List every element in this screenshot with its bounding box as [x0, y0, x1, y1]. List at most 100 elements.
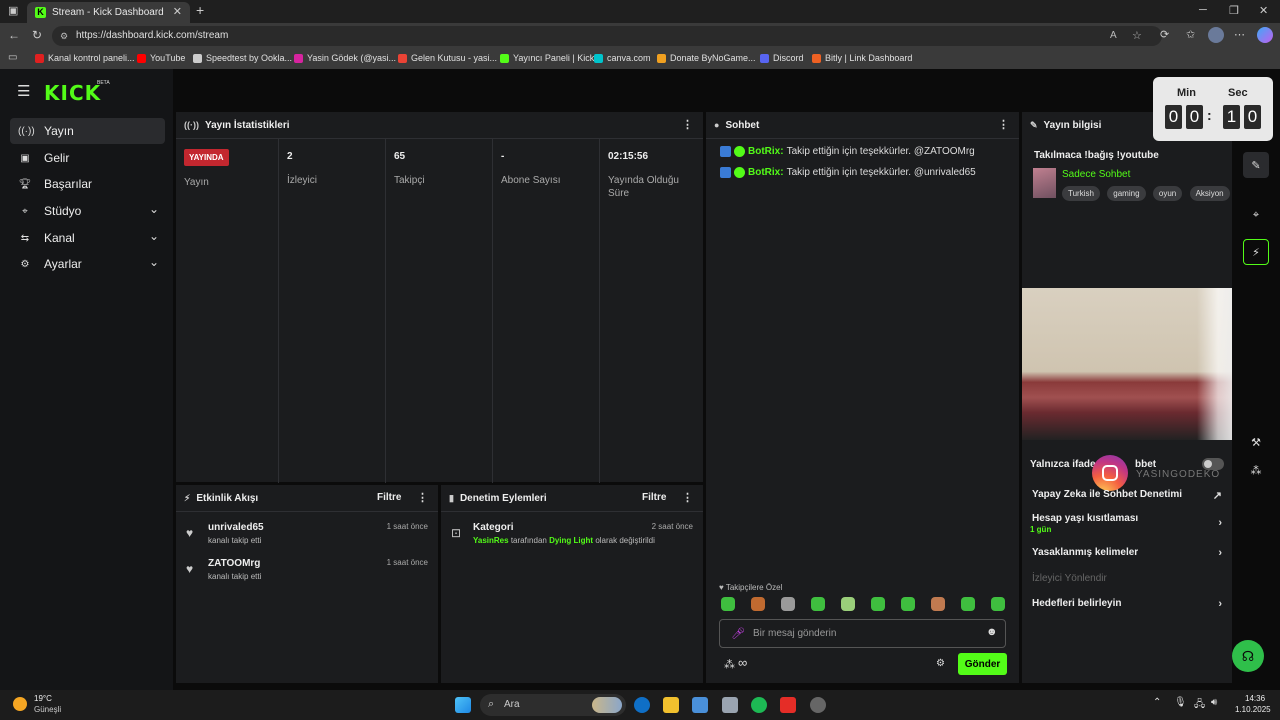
maximize-icon[interactable]: ❐: [1229, 4, 1239, 17]
emote-icon[interactable]: [751, 597, 765, 611]
sidebar-item-basarilar[interactable]: 🏆︎ Başarılar: [10, 171, 165, 197]
collections-icon[interactable]: ▭: [8, 52, 17, 63]
bookmark-item[interactable]: Yasin Gödek (@yasi...: [294, 53, 396, 63]
filter-button[interactable]: Filtre: [642, 492, 666, 503]
kebab-menu-icon[interactable]: ⋮: [682, 118, 693, 131]
clock-date[interactable]: 1.10.2025: [1235, 705, 1271, 714]
kick-logo[interactable]: KICK: [44, 81, 101, 105]
clock-time[interactable]: 14:36: [1245, 694, 1265, 703]
more-menu-icon[interactable]: ⋯: [1234, 28, 1245, 41]
emote-icon[interactable]: [811, 597, 825, 611]
close-window-icon[interactable]: ✕: [1259, 4, 1268, 17]
youtube-app-icon[interactable]: [780, 697, 796, 713]
infinity-icon[interactable]: ∞: [738, 655, 747, 670]
taskbar-search[interactable]: ⌕ Ara: [480, 694, 626, 716]
emote-icon[interactable]: [721, 597, 735, 611]
raid-button[interactable]: ⌖: [1243, 202, 1269, 228]
emote-only-toggle[interactable]: [1202, 458, 1224, 470]
event-user[interactable]: YasinRes: [473, 536, 509, 545]
obs-icon[interactable]: [810, 697, 826, 713]
tag[interactable]: oyun: [1152, 186, 1183, 201]
sidebar-item-yayin[interactable]: ((·)) Yayın: [10, 118, 165, 144]
url-field[interactable]: ⚙ https://dashboard.kick.com/stream A ☆: [52, 26, 1162, 46]
event-user[interactable]: ZATOOMrg: [208, 558, 260, 569]
read-aloud-icon[interactable]: A: [1110, 26, 1117, 46]
favorite-star-icon[interactable]: ☆: [1132, 26, 1142, 46]
sidebar-item-ayarlar[interactable]: ⚙ Ayarlar ⌄: [10, 251, 165, 277]
volume-icon[interactable]: 🔊︎: [1211, 697, 1217, 708]
browser-tab[interactable]: K Stream - Kick Dashboard ✕: [27, 2, 190, 23]
chat-username[interactable]: BotRix:: [748, 146, 784, 157]
chat-input[interactable]: 🎤︎ Bir mesaj gönderin ☻: [719, 619, 1006, 648]
spotify-icon[interactable]: [751, 697, 767, 713]
more-users-button[interactable]: ⁂: [1243, 457, 1269, 483]
bookmark-item[interactable]: Speedtest by Ookla...: [193, 53, 292, 63]
chat-username[interactable]: BotRix:: [748, 167, 784, 178]
profile-avatar[interactable]: [1208, 27, 1224, 43]
bookmark-item[interactable]: Kanal kontrol paneli...: [35, 53, 135, 63]
chevron-down-icon[interactable]: ⌄: [149, 202, 159, 216]
bookmark-item[interactable]: Gelen Kutusu - yasi...: [398, 53, 497, 63]
support-headset-button[interactable]: ☊: [1232, 640, 1264, 672]
favorites-icon[interactable]: ✩: [1186, 28, 1195, 41]
new-tab-button[interactable]: +: [196, 2, 204, 18]
minimize-icon[interactable]: ─: [1199, 4, 1207, 16]
extensions-icon[interactable]: ⟳: [1160, 28, 1169, 41]
file-explorer-icon[interactable]: [663, 697, 679, 713]
emoji-icon[interactable]: ☻: [986, 626, 998, 638]
kebab-menu-icon[interactable]: ⋮: [417, 491, 428, 504]
kebab-menu-icon[interactable]: ⋮: [682, 491, 693, 504]
copilot-icon[interactable]: [1257, 27, 1273, 43]
bookmark-item[interactable]: canva.com: [594, 53, 651, 63]
tag[interactable]: Turkish: [1062, 186, 1100, 201]
store-icon[interactable]: [692, 697, 708, 713]
microphone-tray-icon[interactable]: 🎙︎: [1174, 697, 1187, 708]
emote-icon[interactable]: [991, 597, 1005, 611]
event-game[interactable]: Dying Light: [549, 536, 593, 545]
emote-icon[interactable]: [931, 597, 945, 611]
bookmark-item[interactable]: Yayıncı Paneli | Kick: [500, 53, 594, 63]
account-age-setting[interactable]: Hesap yaşı kısıtlaması ›: [1032, 513, 1222, 529]
chevron-down-icon[interactable]: ⌄: [149, 229, 159, 243]
send-button[interactable]: Gönder: [958, 653, 1007, 675]
emote-icon[interactable]: [781, 597, 795, 611]
network-icon[interactable]: 🖧︎: [1194, 697, 1205, 714]
bookmark-item[interactable]: YouTube: [137, 53, 185, 63]
app-icon[interactable]: [722, 697, 738, 713]
tag[interactable]: Aksiyon: [1189, 186, 1230, 201]
bookmark-item[interactable]: Bitly | Link Dashboard: [812, 53, 912, 63]
stream-title[interactable]: Takılmaca !bağış !youtube: [1034, 150, 1159, 161]
kebab-menu-icon[interactable]: ⋮: [998, 118, 1009, 131]
sidebar-item-gelir[interactable]: ▣ Gelir: [10, 145, 165, 171]
category-thumbnail[interactable]: [1033, 168, 1056, 198]
tab-actions-icon[interactable]: ▣: [8, 4, 18, 17]
windows-start-icon[interactable]: [455, 697, 471, 713]
tray-chevron-up-icon[interactable]: ⌃: [1153, 697, 1161, 708]
microphone-icon[interactable]: 🎤︎: [731, 627, 745, 640]
quick-action-button[interactable]: ⚡︎: [1243, 239, 1269, 265]
filter-button[interactable]: Filtre: [377, 492, 401, 503]
users-icon[interactable]: ⁂: [724, 658, 735, 671]
hamburger-menu-icon[interactable]: ☰: [17, 82, 30, 100]
sidebar-item-kanal[interactable]: ⇆ Kanal ⌄: [10, 225, 165, 251]
goals-setting[interactable]: Hedefleri belirleyin ›: [1032, 598, 1222, 610]
emote-icon[interactable]: [901, 597, 915, 611]
edit-stream-button[interactable]: ✎: [1243, 152, 1269, 178]
banned-words-setting[interactable]: Yasaklanmış kelimeler ›: [1032, 547, 1222, 559]
edge-browser-icon[interactable]: [634, 697, 650, 713]
chat-settings-icon[interactable]: ⚙: [936, 658, 945, 669]
back-icon[interactable]: ←: [8, 28, 20, 42]
settings-wrench-button[interactable]: ⚒: [1243, 429, 1269, 455]
emote-icon[interactable]: [841, 597, 855, 611]
emote-icon[interactable]: [871, 597, 885, 611]
ai-moderation-link[interactable]: Yapay Zeka ile Sohbet Denetimi ↗: [1032, 489, 1222, 502]
sidebar-item-studyo[interactable]: ⌖ Stüdyo ⌄: [10, 198, 165, 224]
bookmark-item[interactable]: Donate ByNoGame...: [657, 53, 756, 63]
bookmark-item[interactable]: Discord: [760, 53, 804, 63]
site-info-icon[interactable]: ⚙: [60, 26, 68, 46]
tag[interactable]: gaming: [1107, 186, 1146, 201]
event-user[interactable]: unrivaled65: [208, 522, 264, 533]
refresh-icon[interactable]: ↻: [32, 28, 42, 42]
close-tab-icon[interactable]: ✕: [173, 5, 182, 18]
sun-weather-icon[interactable]: [13, 697, 27, 711]
